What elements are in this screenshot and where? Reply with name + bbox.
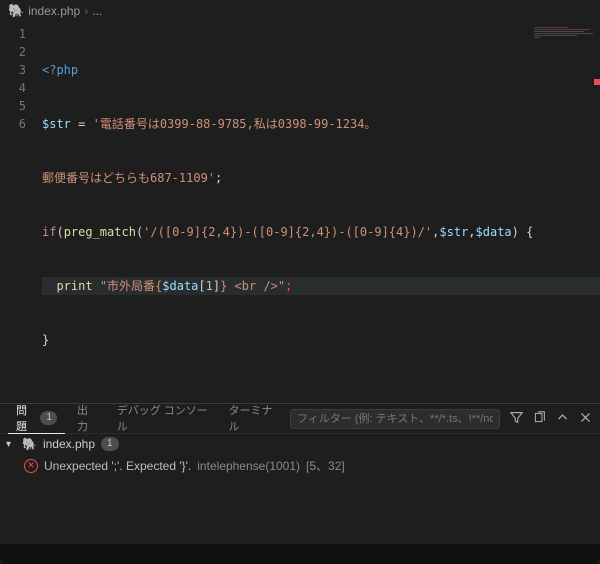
filter-icon[interactable] [510,411,523,427]
problem-file-name: index.php [43,437,95,451]
tab-problems[interactable]: 問題 1 [8,404,65,434]
chevron-down-icon[interactable]: ▾ [6,439,16,450]
breadcrumb[interactable]: 🐘 index.php › ... [0,0,600,21]
error-marker[interactable] [594,79,600,85]
close-icon[interactable] [579,411,592,427]
problems-filter-input[interactable] [290,409,500,429]
code-line[interactable]: <?php [42,61,600,79]
copy-icon[interactable] [533,411,546,427]
line-number: 3 [0,61,26,79]
tab-output[interactable]: 出力 [69,404,105,434]
tab-output-label: 出力 [77,402,97,434]
line-number: 6 [0,115,26,133]
problem-source: intelephense(1001) [197,459,300,473]
code-line[interactable]: 郵便番号はどちらも687-1109'; [42,169,600,187]
problem-item[interactable]: ✕ Unexpected ';'. Expected '}'. inteleph… [0,454,600,477]
problems-list[interactable]: ▾ 🐘 index.php 1 ✕ Unexpected ';'. Expect… [0,434,600,544]
tab-debug-console[interactable]: デバッグ コンソール [109,404,217,434]
overview-ruler[interactable] [594,21,600,403]
code-line[interactable]: print "市外局番{$data[1]} <br />"; [42,277,600,295]
tab-problems-label: 問題 [16,402,34,434]
error-icon: ✕ [24,459,38,473]
code-line[interactable]: if(preg_match('/([0-9]{2,4})-([0-9]{2,4}… [42,223,600,241]
problem-location: [5、32] [306,457,345,474]
breadcrumb-ellipsis[interactable]: ... [92,4,102,18]
minimap[interactable] [534,27,596,41]
chevron-right-icon: › [84,4,88,18]
problems-count-badge: 1 [40,411,57,425]
chevron-up-icon[interactable] [556,411,569,427]
code-editor[interactable]: 1 2 3 4 5 6 <?php $str = '電話番号は0399-88-9… [0,21,600,403]
panel-actions [290,409,592,429]
tab-terminal-label: ターミナル [229,402,278,434]
line-number: 1 [0,25,26,43]
problem-file-count-badge: 1 [101,437,119,451]
code-area[interactable]: <?php $str = '電話番号は0399-88-9785,私は0398-9… [34,21,600,403]
line-number: 2 [0,43,26,61]
code-line[interactable]: } [42,331,600,349]
code-line[interactable]: $str = '電話番号は0399-88-9785,私は0398-99-1234… [42,115,600,133]
problem-message: Unexpected ';'. Expected '}'. [44,459,191,473]
line-number: 5 [0,97,26,115]
breadcrumb-file[interactable]: index.php [28,4,80,18]
bottom-panel: 問題 1 出力 デバッグ コンソール ターミナル [0,403,600,564]
tab-terminal[interactable]: ターミナル [221,404,286,434]
php-file-icon: 🐘 [22,437,37,451]
panel-bottom-strip [0,544,600,564]
problem-file-row[interactable]: ▾ 🐘 index.php 1 [0,434,600,454]
tab-debug-label: デバッグ コンソール [117,402,209,434]
line-number-gutter: 1 2 3 4 5 6 [0,21,34,403]
panel-tab-bar: 問題 1 出力 デバッグ コンソール ターミナル [0,404,600,434]
line-number: 4 [0,79,26,97]
php-file-icon: 🐘 [8,3,24,19]
